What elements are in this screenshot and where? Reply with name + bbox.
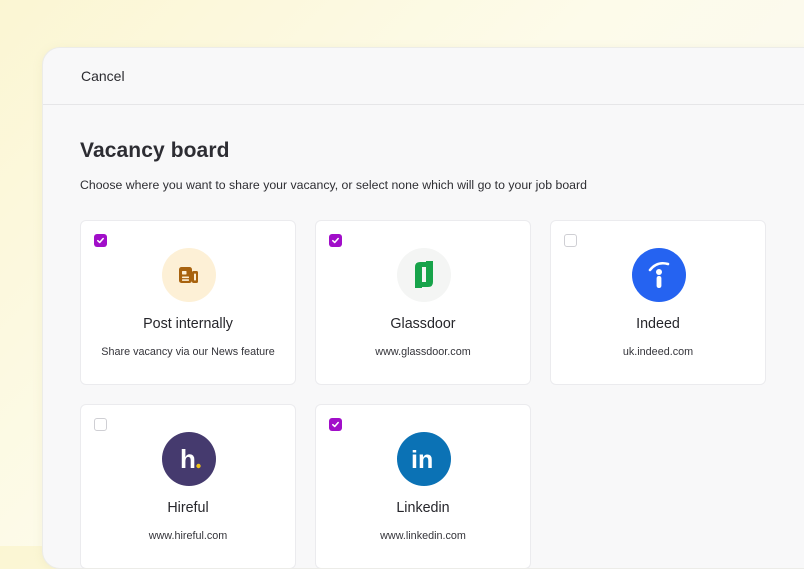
board-card-post-internally[interactable]: Post internally Share vacancy via our Ne… xyxy=(80,220,296,385)
check-icon xyxy=(97,237,104,244)
board-checkbox-hireful[interactable] xyxy=(94,418,107,431)
board-card-indeed[interactable]: Indeed uk.indeed.com xyxy=(550,220,766,385)
check-icon xyxy=(332,421,339,428)
board-checkbox-indeed[interactable] xyxy=(564,234,577,247)
board-description: www.hireful.com xyxy=(148,530,228,542)
newspaper-icon xyxy=(162,248,216,302)
board-description: uk.indeed.com xyxy=(622,346,694,358)
board-checkbox-post-internally[interactable] xyxy=(94,234,107,247)
top-bar: Cancel xyxy=(43,48,804,105)
board-checkbox-glassdoor[interactable] xyxy=(329,234,342,247)
board-card-glassdoor[interactable]: Glassdoor www.glassdoor.com xyxy=(315,220,531,385)
page-title: Vacancy board xyxy=(80,139,230,162)
check-icon xyxy=(332,237,339,244)
board-name: Glassdoor xyxy=(390,316,456,332)
board-card-hireful[interactable]: h Hireful www.hireful.com xyxy=(80,404,296,568)
cancel-button[interactable]: Cancel xyxy=(81,68,125,84)
board-checkbox-linkedin[interactable] xyxy=(329,418,342,431)
indeed-logo xyxy=(632,248,686,302)
svg-text:in: in xyxy=(411,446,433,474)
linkedin-logo: in xyxy=(397,432,451,486)
board-card-linkedin[interactable]: in Linkedin www.linkedin.com xyxy=(315,404,531,568)
board-description: Share vacancy via our News feature xyxy=(101,346,275,358)
board-description: www.glassdoor.com xyxy=(375,346,471,358)
board-name: Hireful xyxy=(167,500,209,516)
glassdoor-logo xyxy=(397,248,451,302)
svg-text:h: h xyxy=(180,444,196,474)
vacancy-board-panel: Cancel Vacancy board Choose where you wa… xyxy=(42,47,804,569)
board-name: Indeed xyxy=(636,316,680,332)
main-content: Vacancy board Choose where you want to s… xyxy=(43,105,804,568)
hireful-logo: h xyxy=(162,432,216,486)
board-name: Linkedin xyxy=(396,500,450,516)
page-subtitle: Choose where you want to share your vaca… xyxy=(80,178,587,192)
board-description: www.linkedin.com xyxy=(380,530,466,542)
board-name: Post internally xyxy=(143,316,233,332)
